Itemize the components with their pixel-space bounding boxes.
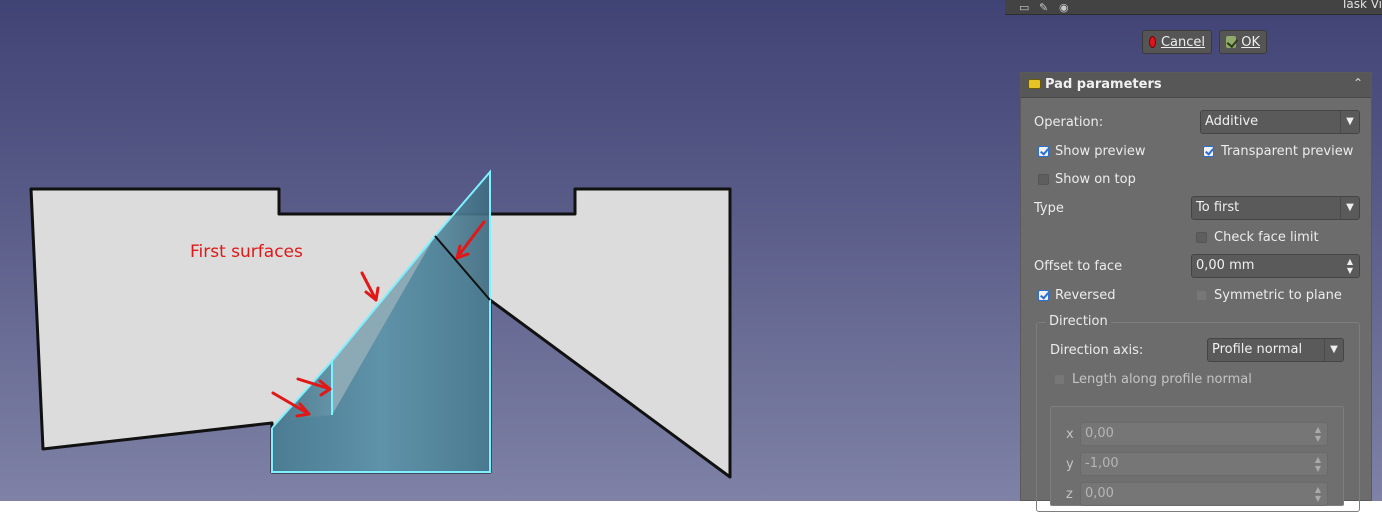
length-along-label: Length along profile normal [1072, 372, 1252, 387]
operation-label: Operation: [1034, 115, 1104, 130]
ok-button[interactable]: OK [1219, 30, 1267, 54]
type-label: Type [1034, 201, 1064, 216]
cancel-icon [1149, 36, 1156, 48]
ok-icon [1226, 36, 1237, 48]
check-face-limit-label: Check face limit [1214, 230, 1319, 245]
direction-axis-label: Direction axis: [1050, 343, 1144, 358]
reversed-checkbox[interactable] [1038, 290, 1049, 301]
transparent-preview-label: Transparent preview [1221, 144, 1354, 159]
operation-value: Additive [1205, 114, 1259, 129]
stepper-icon[interactable]: ▲ ▼ [1341, 255, 1359, 277]
y-label: y [1066, 457, 1074, 472]
x-input[interactable]: 0,00 ▲ ▼ [1080, 422, 1328, 446]
model-scene[interactable] [0, 0, 1010, 501]
panel-title: Pad parameters [1045, 77, 1162, 92]
stepper-icon[interactable]: ▲ ▼ [1309, 423, 1327, 445]
x-label: x [1066, 427, 1074, 442]
y-value: -1,00 [1085, 456, 1119, 471]
transparent-preview-checkbox[interactable] [1203, 146, 1214, 157]
save-icon[interactable]: ▭ [1019, 1, 1029, 14]
operation-select[interactable]: Additive ▼ [1200, 110, 1360, 134]
show-preview-checkbox[interactable] [1038, 146, 1049, 157]
pad-icon [1028, 79, 1041, 89]
symmetric-checkbox[interactable] [1196, 290, 1207, 301]
cancel-button[interactable]: Cancel [1142, 30, 1212, 54]
pad-parameters-panel: Pad parameters ⌃ Operation: Additive ▼ S… [1020, 72, 1372, 512]
offset-label: Offset to face [1034, 259, 1123, 274]
annotation-label: First surfaces [190, 242, 303, 262]
pad-parameters-header[interactable]: Pad parameters ⌃ [1021, 73, 1371, 98]
show-on-top-checkbox[interactable] [1038, 174, 1049, 185]
check-face-limit-checkbox[interactable] [1196, 232, 1207, 243]
ok-label: OK [1241, 34, 1260, 50]
reversed-label: Reversed [1055, 288, 1116, 303]
type-select[interactable]: To first ▼ [1191, 196, 1360, 220]
direction-axis-value: Profile normal [1212, 342, 1303, 357]
type-value: To first [1196, 200, 1240, 215]
show-preview-label: Show preview [1055, 144, 1146, 159]
z-value: 0,00 [1085, 486, 1114, 501]
stepper-icon[interactable]: ▲ ▼ [1309, 483, 1327, 505]
y-input[interactable]: -1,00 ▲ ▼ [1080, 452, 1328, 476]
symmetric-label: Symmetric to plane [1214, 288, 1342, 303]
x-value: 0,00 [1085, 426, 1114, 441]
stepper-icon[interactable]: ▲ ▼ [1309, 453, 1327, 475]
z-label: z [1066, 487, 1073, 502]
edit-icon[interactable]: ✎ [1039, 1, 1048, 14]
task-view-header: ▭ ✎ ◉ Task Vi [1005, 0, 1382, 15]
offset-input[interactable]: 0,00 mm ▲ ▼ [1191, 254, 1360, 278]
chevron-down-icon: ▼ [1340, 111, 1359, 133]
z-input[interactable]: 0,00 ▲ ▼ [1080, 482, 1328, 506]
collapse-icon[interactable]: ⌃ [1353, 76, 1363, 90]
show-on-top-label: Show on top [1055, 172, 1136, 187]
direction-axis-select[interactable]: Profile normal ▼ [1207, 338, 1344, 362]
length-along-checkbox[interactable] [1054, 374, 1065, 385]
eye-icon[interactable]: ◉ [1059, 1, 1069, 14]
chevron-down-icon: ▼ [1340, 197, 1359, 219]
offset-value: 0,00 mm [1196, 258, 1255, 273]
cancel-label: Cancel [1160, 34, 1205, 50]
task-view-title: Task Vi [1341, 0, 1382, 11]
direction-title: Direction [1046, 314, 1111, 329]
chevron-down-icon: ▼ [1324, 339, 1343, 361]
